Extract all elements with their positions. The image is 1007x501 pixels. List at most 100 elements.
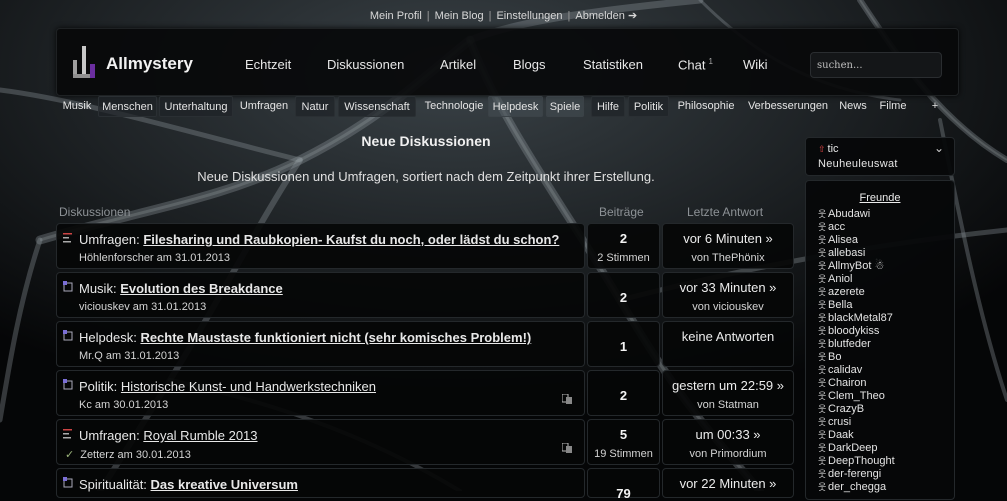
person-icon: 웃 [818,287,827,297]
friend-list-item[interactable]: 웃 Daak [818,429,895,442]
friend-list-item[interactable]: 웃 CrazyB [818,403,895,416]
sidebar-status-box: ⇧ tic Neuheuleuswat ⌄ [805,137,955,176]
friend-list-item[interactable]: 웃 Clem_Theo [818,390,895,403]
last-reply-time-link[interactable]: vor 6 Minuten » [663,231,793,246]
category-hilfe[interactable]: Hilfe [591,96,625,117]
category-musik[interactable]: Musik [59,96,95,117]
comment-icon[interactable] [562,394,572,404]
category-news[interactable]: News [836,96,870,117]
user-links-bar: Mein Profil | Mein Blog | Einstellungen | Abme… [0,9,1007,22]
last-reply-user[interactable]: von viciouskev [663,301,793,313]
nav-blogs[interactable]: Blogs [513,57,546,72]
friend-list-item[interactable]: 웃 acc [818,221,895,234]
friend-list-item[interactable]: 웃 allebasi [818,247,895,260]
friend-list-item[interactable]: 웃 der-ferengi [818,468,895,481]
settings-link[interactable]: Einstellungen [496,10,562,22]
topic-title-link[interactable]: Royal Rumble 2013 [143,428,257,443]
friend-list-item[interactable]: 웃 Alisea [818,234,895,247]
last-reply-time-link[interactable]: vor 22 Minuten » [663,476,793,491]
topic-icon [63,281,73,292]
logout-link[interactable]: Abmelden ➔ [575,10,637,22]
friend-list-item[interactable]: 웃 Bella [818,299,895,312]
friend-name: Bella [828,299,853,311]
last-reply-time-link[interactable]: um 00:33 » [663,427,793,442]
search-input[interactable]: suchen... [810,52,942,78]
person-icon: 웃 [818,443,827,453]
friend-list-item[interactable]: 웃 Aniol [818,273,895,286]
my-profile-link[interactable]: Mein Profil [370,10,422,22]
topic-author: viciouskev am 31.01.2013 [79,301,207,313]
person-icon: 웃 [818,339,827,349]
topic-title-line: Politik: Historische Kunst- und Handwerk… [79,379,376,394]
nav-wiki[interactable]: Wiki [743,57,768,72]
brand-name[interactable]: Allmystery [106,54,193,74]
category-helpdesk[interactable]: Helpdesk [488,96,543,117]
person-icon: 웃 [818,404,827,414]
category-menschen[interactable]: Menschen [98,96,157,117]
category-philosophie[interactable]: Philosophie [673,96,739,117]
topic-title-line: Umfragen: Filesharing und Raubkopien- Ka… [79,232,559,247]
person-icon: 웃 [818,352,827,362]
arrow-up-icon: ⇧ [818,144,826,154]
last-reply-user[interactable]: von Statman [663,399,793,411]
friend-list-item[interactable]: 웃 calidav [818,364,895,377]
site-header: Allmystery Echtzeit Diskussionen Artikel… [56,28,959,96]
friend-list-item[interactable]: 웃 blutfeder [818,338,895,351]
category-wissenschaft[interactable]: Wissenschaft [338,96,416,117]
topic-title-link[interactable]: Filesharing und Raubkopien- Kaufst du no… [143,232,559,247]
category-filme[interactable]: Filme [876,96,910,117]
friend-list-item[interactable]: 웃 Abudawi [818,208,895,221]
person-icon: 웃 [818,261,827,271]
category-spiele[interactable]: Spiele [546,96,584,117]
chevron-down-icon[interactable]: ⌄ [934,141,944,155]
nav-artikel[interactable]: Artikel [440,57,476,72]
topic-meta-line: ✓ Zetterz am 30.01.2013 [65,448,191,461]
my-blog-link[interactable]: Mein Blog [435,10,484,22]
allmystery-logo-icon[interactable] [73,46,95,78]
nav-diskussionen[interactable]: Diskussionen [327,57,404,72]
last-reply-time-link[interactable]: gestern um 22:59 » [663,378,793,393]
category-more-button[interactable]: + [926,96,944,117]
friend-list-item[interactable]: 웃 Bo [818,351,895,364]
friend-name: DarkDeep [828,442,878,454]
last-reply-cell: keine Antworten [662,321,794,367]
topic-title-link[interactable]: Rechte Maustaste funktioniert nicht (seh… [140,330,531,345]
last-reply-user[interactable]: von Primordium [663,448,793,460]
friend-list-item[interactable]: 웃 DeepThought [818,455,895,468]
category-natur[interactable]: Natur [295,96,335,117]
nav-statistiken[interactable]: Statistiken [583,57,643,72]
friend-name: der-ferengi [828,468,882,480]
friend-list-item[interactable]: 웃 DarkDeep [818,442,895,455]
nav-chat[interactable]: Chat 1 [678,57,713,72]
category-technologie[interactable]: Technologie [419,96,489,117]
friend-list-item[interactable]: 웃 azerete [818,286,895,299]
friend-list-item[interactable]: 웃 Chairon [818,377,895,390]
comment-icon[interactable] [562,443,572,453]
last-reply-time-link[interactable]: vor 33 Minuten » [663,280,793,295]
topic-author: Höhlenforscher am 31.01.2013 [79,252,231,264]
category-verbesserungen[interactable]: Verbesserungen [744,96,832,117]
topic-title-link[interactable]: Evolution des Breakdance [120,281,283,296]
votes-count: 2 Stimmen [597,252,650,264]
nav-echtzeit[interactable]: Echtzeit [245,57,291,72]
friend-list-item[interactable]: 웃 der_chegga [818,481,895,494]
person-icon: 웃 [818,248,827,258]
person-icon: 웃 [818,313,827,323]
last-reply-user[interactable]: von ThePhönix [663,252,793,264]
person-icon: 웃 [818,209,827,219]
category-umfragen[interactable]: Umfragen [236,96,292,117]
topic-title-link[interactable]: Das kreative Universum [151,477,298,492]
friends-heading[interactable]: Freunde [806,192,954,204]
nav-label: Chat [678,57,706,73]
category-politik[interactable]: Politik [628,96,669,117]
friend-list-item[interactable]: 웃 AllmyBot ☃ [818,260,895,273]
friend-list-item[interactable]: 웃 blackMetal87 [818,312,895,325]
friend-list-item[interactable]: 웃 bloodykiss [818,325,895,338]
page-title: Neue Diskussionen [361,133,491,149]
friend-list-item[interactable]: 웃 crusi [818,416,895,429]
topic-cell: Spiritualität: Das kreative Universum [56,468,585,498]
topic-category: Politik: [79,379,118,394]
topic-title-link[interactable]: Historische Kunst- und Handwerkstechnike… [121,379,376,394]
posts-cell: 2 [587,272,660,318]
category-unterhaltung[interactable]: Unterhaltung [159,96,233,117]
